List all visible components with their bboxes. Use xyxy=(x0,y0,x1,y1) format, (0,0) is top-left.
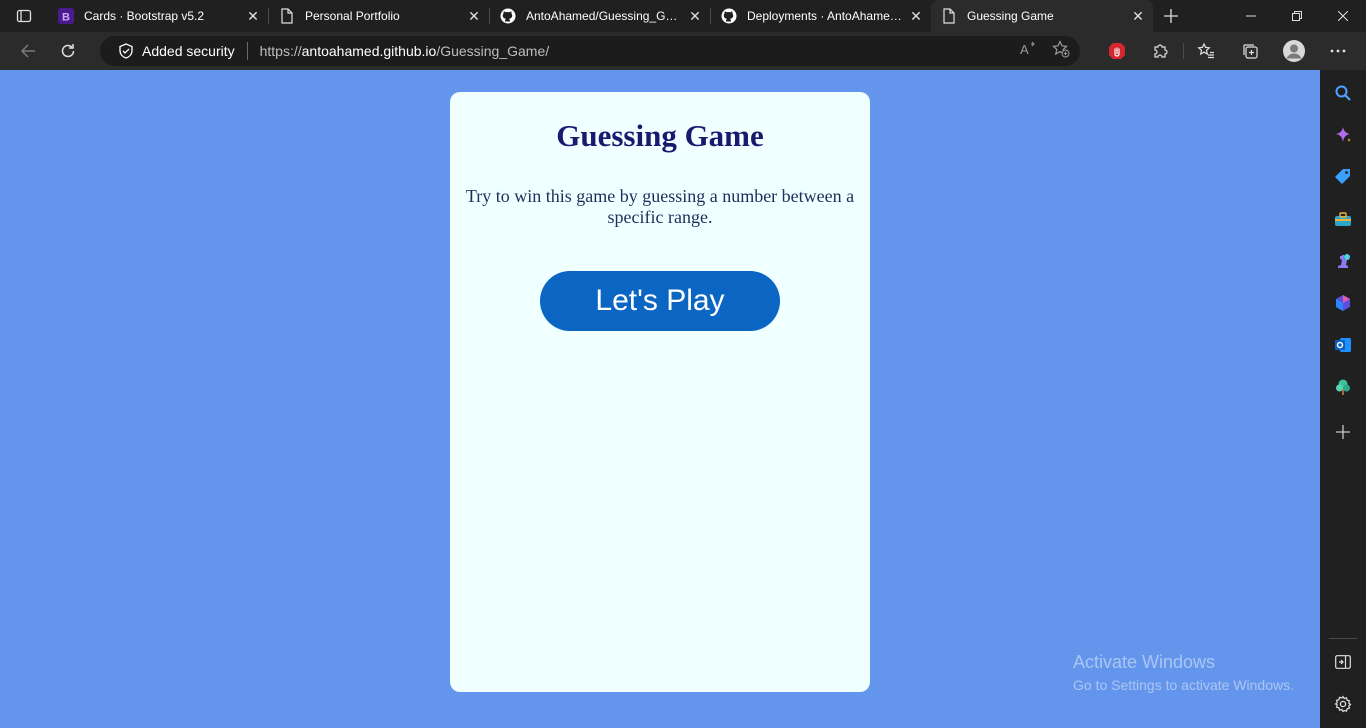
adblock-hand-icon xyxy=(1109,43,1125,59)
security-label: Added security xyxy=(142,43,235,59)
page-icon xyxy=(941,8,957,24)
sidebar-outlook-button[interactable] xyxy=(1320,325,1366,365)
minimize-button[interactable] xyxy=(1228,0,1274,32)
tree-icon xyxy=(1336,379,1350,395)
office-icon xyxy=(1336,295,1350,311)
refresh-icon xyxy=(61,44,75,58)
restore-icon xyxy=(1292,11,1302,21)
url-text[interactable]: https://antoahamed.github.io/Guessing_Ga… xyxy=(260,43,550,59)
tab-title: Deployments · AntoAhamed/Guessing_Game xyxy=(747,9,905,23)
puzzle-icon xyxy=(1154,44,1168,58)
watermark-title: Activate Windows xyxy=(1073,652,1216,672)
refresh-button[interactable] xyxy=(48,32,88,70)
profile-button[interactable] xyxy=(1272,32,1316,70)
favorites-button[interactable] xyxy=(1184,32,1228,70)
sidebar-tools-button[interactable] xyxy=(1320,199,1366,239)
tab-strip: B Cards · Bootstrap v5.2 ✕ Personal Port… xyxy=(0,0,1366,32)
tab-guessing-game[interactable]: Guessing Game ✕ xyxy=(931,0,1153,32)
edge-sidebar xyxy=(1320,70,1366,728)
more-options-icon xyxy=(1330,49,1346,53)
tab-actions-button[interactable] xyxy=(0,0,48,32)
read-aloud-icon[interactable]: A xyxy=(1020,41,1038,62)
game-description: Try to win this game by guessing a numbe… xyxy=(465,186,855,227)
chess-piece-icon xyxy=(1338,254,1350,268)
new-tab-button[interactable] xyxy=(1153,0,1189,32)
lets-play-button[interactable]: Let's Play xyxy=(540,271,780,331)
settings-menu-button[interactable] xyxy=(1316,32,1360,70)
sidebar-drop-button[interactable] xyxy=(1320,367,1366,407)
sidebar-settings-button[interactable] xyxy=(1320,684,1366,724)
url-prefix: https:// xyxy=(259,43,302,59)
close-icon xyxy=(1338,11,1348,21)
tab-github-deployments[interactable]: Deployments · AntoAhamed/Guessing_Game ✕ xyxy=(711,0,931,32)
browser-toolbar: Added security https://antoahamed.github… xyxy=(0,32,1366,70)
close-window-button[interactable] xyxy=(1320,0,1366,32)
collections-button[interactable] xyxy=(1228,32,1272,70)
sidebar-office-button[interactable] xyxy=(1320,283,1366,323)
svg-text:A: A xyxy=(1020,42,1029,57)
sidebar-shopping-button[interactable] xyxy=(1320,157,1366,197)
restore-button[interactable] xyxy=(1274,0,1320,32)
tab-github-repo[interactable]: AntoAhamed/Guessing_Game ✕ xyxy=(490,0,710,32)
search-icon xyxy=(1335,85,1351,101)
shopping-tag-icon xyxy=(1335,169,1350,184)
close-tab-icon[interactable]: ✕ xyxy=(1127,5,1149,27)
toolbox-icon xyxy=(1335,212,1351,226)
add-favorite-icon[interactable] xyxy=(1052,39,1070,63)
sidebar-hide-button[interactable] xyxy=(1320,642,1366,682)
sidebar-games-button[interactable] xyxy=(1320,241,1366,281)
minimize-icon xyxy=(1246,15,1256,17)
sidebar-search-button[interactable] xyxy=(1320,73,1366,113)
hide-sidebar-icon xyxy=(1335,655,1351,669)
github-icon xyxy=(721,8,737,24)
site-security-button[interactable]: Added security xyxy=(100,36,235,66)
shield-icon xyxy=(118,43,134,59)
plus-icon xyxy=(1336,425,1350,439)
collections-icon xyxy=(1243,44,1258,59)
page-icon xyxy=(279,8,295,24)
back-button[interactable] xyxy=(8,32,48,70)
adblock-extension-button[interactable] xyxy=(1095,32,1139,70)
tab-title: Personal Portfolio xyxy=(305,9,400,23)
game-card: Guessing Game Try to win this game by gu… xyxy=(450,92,870,692)
sidebar-add-button[interactable] xyxy=(1320,412,1366,452)
window-controls xyxy=(1228,0,1366,32)
extensions-button[interactable] xyxy=(1139,32,1183,70)
watermark-subtitle: Go to Settings to activate Windows. xyxy=(1073,677,1294,693)
url-path: /Guessing_Game/ xyxy=(436,43,550,59)
sidebar-divider xyxy=(1329,638,1357,639)
sidebar-copilot-button[interactable] xyxy=(1320,115,1366,155)
sparkle-icon xyxy=(1336,127,1351,142)
close-tab-icon[interactable]: ✕ xyxy=(684,5,706,27)
svg-text:B: B xyxy=(62,12,70,24)
tab-title: Guessing Game xyxy=(967,9,1054,23)
tab-title: Cards · Bootstrap v5.2 xyxy=(84,9,205,23)
close-tab-icon[interactable]: ✕ xyxy=(905,5,927,27)
bootstrap-icon: B xyxy=(58,8,74,24)
url-host: antoahamed.github.io xyxy=(301,43,437,59)
github-icon xyxy=(500,8,516,24)
close-tab-icon[interactable]: ✕ xyxy=(463,5,485,27)
tab-title: AntoAhamed/Guessing_Game xyxy=(526,9,684,23)
toolbar-actions xyxy=(1095,32,1366,70)
gear-icon xyxy=(1334,695,1352,713)
address-bar[interactable]: Added security https://antoahamed.github… xyxy=(100,36,1080,66)
tab-bootstrap-cards[interactable]: B Cards · Bootstrap v5.2 ✕ xyxy=(48,0,268,32)
tab-actions-icon xyxy=(16,9,32,23)
favorites-star-icon xyxy=(1197,42,1214,59)
address-divider xyxy=(246,42,248,60)
outlook-icon xyxy=(1335,338,1351,352)
plus-icon xyxy=(1164,9,1178,23)
tab-personal-portfolio[interactable]: Personal Portfolio ✕ xyxy=(269,0,489,32)
back-arrow-icon xyxy=(20,44,35,58)
close-tab-icon[interactable]: ✕ xyxy=(242,5,264,27)
activation-watermark: Activate Windows Go to Settings to activ… xyxy=(1073,652,1294,693)
avatar-icon xyxy=(1283,40,1305,62)
game-title: Guessing Game xyxy=(556,118,764,153)
address-bar-actions: A xyxy=(1020,36,1070,66)
